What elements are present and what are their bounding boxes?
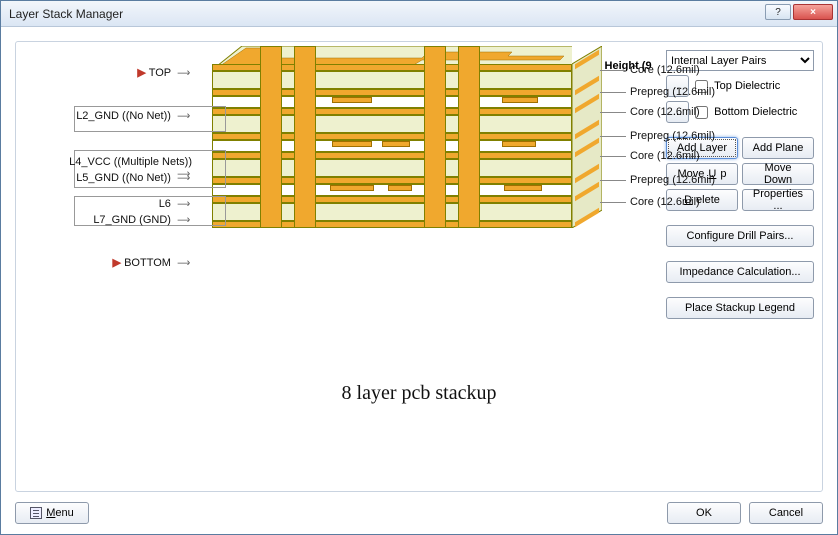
properties-button[interactable]: Properties ...	[742, 189, 814, 211]
bottom-dielectric-label: Bottom Dielectric	[714, 106, 797, 118]
material-label: Core (12.6mil)	[600, 150, 700, 162]
configure-drill-pairs-button[interactable]: Configure Drill Pairs...	[666, 225, 814, 247]
stack-side-face	[572, 46, 602, 228]
diagram-caption: 8 layer pcb stackup	[342, 382, 497, 405]
stackup-diagram: ▶ TOP —› L2_GND ((No Net)) —› L4_VCC ((M…	[52, 64, 668, 344]
cancel-button[interactable]: Cancel	[749, 502, 823, 524]
main-frame: Total Height (9 Internal Layer Pairs ...…	[15, 41, 823, 492]
move-down-button[interactable]: Move Down	[742, 163, 814, 185]
titlebar: Layer Stack Manager ? ×	[1, 1, 837, 27]
material-label: Prepreg (12.6mil)	[600, 130, 715, 142]
material-label: Core (12.6mil)	[600, 196, 700, 208]
window-title: Layer Stack Manager	[9, 7, 123, 21]
help-button[interactable]: ?	[765, 4, 791, 20]
material-label: Core (12.6mil)	[600, 64, 700, 76]
layer-label-l2: L2_GND ((No Net)) —›	[52, 110, 192, 122]
layer-label-top: ▶ TOP —›	[52, 66, 192, 79]
material-label: Prepreg (12.6mil)	[600, 174, 715, 186]
material-label: Prepreg (12.6mil)	[600, 86, 715, 98]
add-plane-button[interactable]: Add Plane	[742, 137, 814, 159]
menu-icon	[30, 507, 42, 519]
top-dielectric-label: Top Dielectric	[714, 80, 780, 92]
layer-label-l7: L7_GND (GND) —›	[52, 214, 192, 226]
material-label: Core (12.6mil)	[600, 106, 700, 118]
layer-label-bottom: ▶ BOTTOM —›	[52, 256, 192, 269]
ok-button[interactable]: OK	[667, 502, 741, 524]
close-button[interactable]: ×	[793, 4, 833, 20]
layer-label-l6: L6 —›	[52, 198, 192, 210]
layer-label-l5: L5_GND ((No Net)) —›	[52, 172, 192, 184]
menu-button[interactable]: Menu	[15, 502, 89, 524]
impedance-calculation-button[interactable]: Impedance Calculation...	[666, 261, 814, 283]
place-stackup-legend-button[interactable]: Place Stackup Legend	[666, 297, 814, 319]
